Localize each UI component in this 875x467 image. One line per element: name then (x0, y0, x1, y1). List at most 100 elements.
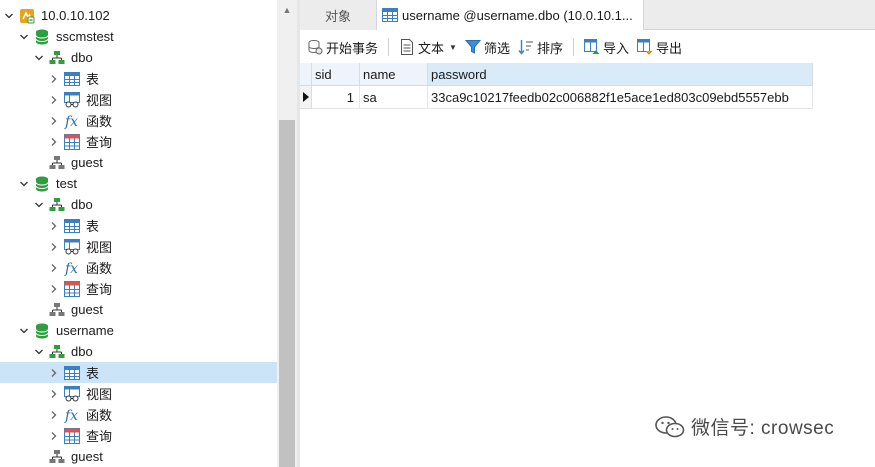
svg-text:fx: fx (64, 114, 78, 129)
tree-item[interactable]: fx 函数 (0, 404, 277, 425)
import-icon (583, 39, 600, 55)
view-icon (64, 385, 80, 402)
chevron-down-icon[interactable] (18, 325, 30, 337)
tree-item[interactable]: 查询 (0, 131, 277, 152)
tree-item-label: 10.0.10.102 (41, 8, 110, 23)
cell-value: 1 (346, 89, 354, 105)
text-view-button[interactable]: 文本 ▼ (395, 35, 461, 59)
sort-button[interactable]: 排序 (514, 35, 567, 59)
tree-item[interactable]: 查询 (0, 278, 277, 299)
tree-item-label: 查询 (86, 429, 113, 444)
tree-item[interactable]: 10.0.10.102 (0, 5, 277, 26)
tree-item[interactable]: dbo (0, 47, 277, 68)
chevron-down-icon[interactable] (18, 178, 30, 190)
database-icon (34, 29, 50, 45)
tree-item-label: guest (71, 155, 103, 170)
object-tree: 10.0.10.102 sscmstest dbo 表视图 fx 函数 查询 guest tes… (0, 0, 277, 467)
grid-corner[interactable] (300, 63, 312, 86)
sort-label: 排序 (536, 40, 563, 56)
begin-transaction-button[interactable]: 开始事务 (303, 35, 382, 59)
export-button[interactable]: 导出 (633, 35, 686, 59)
caret-down-icon[interactable]: ▼ (449, 43, 457, 52)
chevron-down-icon[interactable] (33, 52, 45, 64)
chevron-down-icon[interactable] (33, 199, 45, 211)
tree-item[interactable]: fx 函数 (0, 257, 277, 278)
cell-value: sa (363, 89, 377, 105)
transaction-icon (307, 39, 323, 55)
tree-item-label: guest (71, 302, 103, 317)
watermark-text: 微信号: crowsec (691, 418, 835, 439)
chevron-right-icon[interactable] (48, 283, 60, 295)
tree-item[interactable]: guest (0, 152, 277, 173)
function-icon: fx (64, 113, 80, 129)
export-label: 导出 (656, 40, 683, 56)
chevron-right-icon[interactable] (48, 73, 60, 85)
row-pointer-icon[interactable] (300, 86, 312, 109)
chevron-right-icon[interactable] (48, 388, 60, 400)
document-icon (399, 39, 415, 55)
chevron-right-icon[interactable] (48, 241, 60, 253)
tree-item-label: username (56, 323, 114, 338)
tree-item[interactable]: test (0, 173, 277, 194)
schema-icon (49, 197, 65, 213)
tree-item[interactable]: 查询 (0, 425, 277, 446)
grid-header-row: sid name password (300, 63, 875, 86)
tab-objects[interactable]: 对象 (300, 0, 376, 30)
filter-button[interactable]: 筛选 (461, 35, 514, 59)
function-icon: fx (64, 407, 80, 423)
cell-password[interactable]: 33ca9c10217feedb02c006882f1e5ace1ed803c0… (428, 86, 813, 109)
tree-item-label: 函数 (86, 261, 113, 276)
view-icon (64, 238, 80, 255)
cell-sid[interactable]: 1 (312, 86, 360, 109)
column-header-label: name (363, 66, 396, 82)
schema-gray-icon (49, 302, 65, 318)
tree-item[interactable]: dbo (0, 341, 277, 362)
chevron-down-icon[interactable] (3, 10, 15, 22)
chevron-right-icon[interactable] (48, 136, 60, 148)
chevron-right-icon[interactable] (48, 220, 60, 232)
tree-item[interactable]: 表 (0, 68, 277, 89)
tree-item-label: dbo (71, 344, 93, 359)
column-header-sid[interactable]: sid (312, 63, 360, 86)
tree-item[interactable]: guest (0, 299, 277, 320)
chevron-right-icon[interactable] (48, 94, 60, 106)
scroll-thumb[interactable] (279, 120, 295, 467)
schema-icon (49, 50, 65, 66)
filter-label: 筛选 (483, 40, 510, 56)
chevron-right-icon[interactable] (48, 115, 60, 127)
tab-bar: 对象 username @username.dbo (10.0.10.1... (300, 0, 875, 30)
query-icon (64, 133, 80, 150)
import-button[interactable]: 导入 (580, 35, 633, 59)
table-row[interactable]: 1 sa 33ca9c10217feedb02c006882f1e5ace1ed… (300, 86, 875, 109)
chevron-right-icon[interactable] (48, 430, 60, 442)
column-header-name[interactable]: name (360, 63, 428, 86)
tree-item[interactable]: dbo (0, 194, 277, 215)
tree-item[interactable]: username (0, 320, 277, 341)
tree-item[interactable]: 表 (0, 215, 277, 236)
tab-username-table[interactable]: username @username.dbo (10.0.10.1... (376, 0, 644, 30)
column-header-password[interactable]: password (428, 63, 813, 86)
tree-item[interactable]: fx 函数 (0, 110, 277, 131)
tree-item[interactable]: guest (0, 446, 277, 467)
tab-active-label: username @username.dbo (10.0.10.1... (402, 7, 633, 23)
main-panel: 对象 username @username.dbo (10.0.10.1... … (300, 0, 875, 467)
tree-scrollbar[interactable]: ▲ (277, 0, 297, 467)
tree-item-label: 查询 (86, 282, 113, 297)
chevron-right-icon[interactable] (48, 409, 60, 421)
chevron-right-icon[interactable] (48, 367, 60, 379)
tree-item[interactable]: 视图 (0, 89, 277, 110)
tree-item[interactable]: 表 (0, 362, 277, 383)
tree-item-label: 视图 (86, 240, 113, 255)
tree-item[interactable]: 视图 (0, 383, 277, 404)
chevron-right-icon[interactable] (48, 262, 60, 274)
tree-item-label: 视图 (86, 387, 113, 402)
chevron-down-icon[interactable] (18, 31, 30, 43)
tree-item[interactable]: sscmstest (0, 26, 277, 47)
cell-name[interactable]: sa (360, 86, 428, 109)
scroll-up-arrow-icon[interactable]: ▲ (277, 0, 297, 20)
function-icon: fx (64, 260, 80, 276)
tree-item[interactable]: 视图 (0, 236, 277, 257)
chevron-down-icon[interactable] (33, 346, 45, 358)
